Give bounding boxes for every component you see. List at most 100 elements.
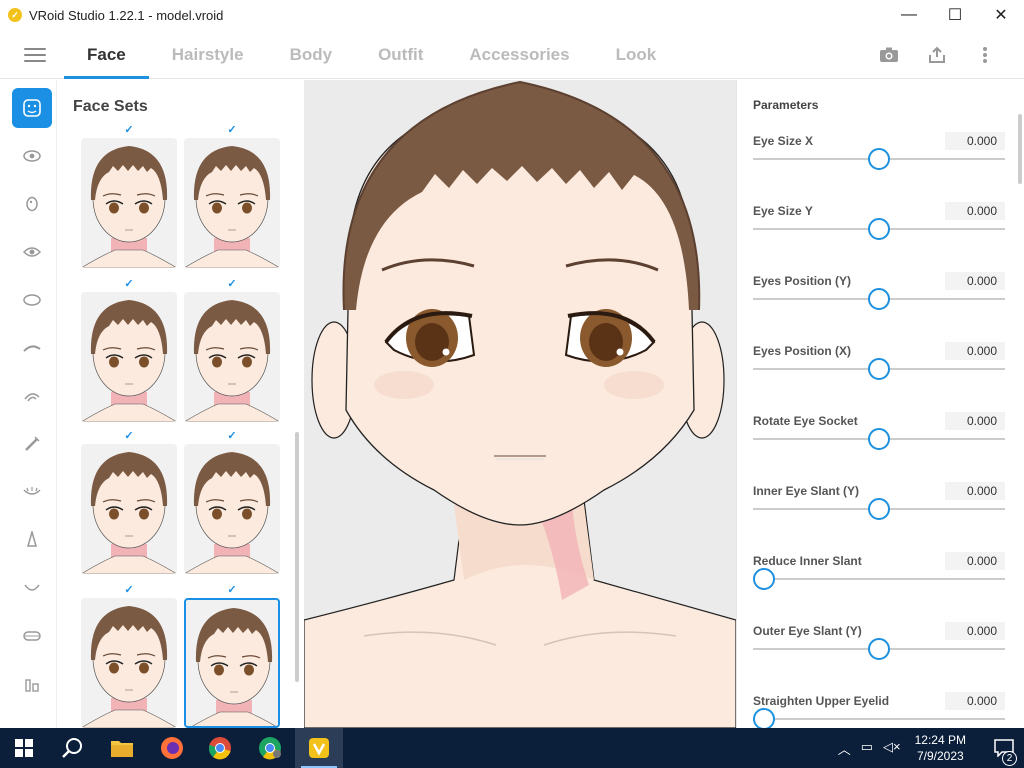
tab-accessories[interactable]: Accessories — [446, 30, 592, 79]
parameter-value-input[interactable]: 0.000 — [945, 132, 1005, 150]
parameter-value-input[interactable]: 0.000 — [945, 342, 1005, 360]
parameter-value-input[interactable]: 0.000 — [945, 692, 1005, 710]
title-bar: ✓ VRoid Studio 1.22.1 - model.vroid — ☐ … — [0, 0, 1024, 30]
face-set-thumbnail[interactable] — [81, 138, 177, 268]
parameter-row: Rotate Eye Socket 0.000 — [753, 412, 1005, 484]
slider-thumb[interactable] — [868, 358, 890, 380]
parameter-row: Outer Eye Slant (Y) 0.000 — [753, 622, 1005, 694]
slider-thumb[interactable] — [868, 218, 890, 240]
parameters-scrollbar[interactable] — [1018, 114, 1022, 184]
slider-thumb[interactable] — [753, 708, 775, 728]
clock-time: 12:24 PM — [914, 733, 966, 747]
teeth-icon[interactable] — [12, 664, 52, 704]
parameter-value-input[interactable]: 0.000 — [945, 412, 1005, 430]
face-set-thumbnail[interactable] — [81, 444, 177, 574]
face-set-check-icon: ✓ — [227, 278, 237, 290]
face-set-check-icon: ✓ — [227, 124, 237, 136]
parameter-value-input[interactable]: 0.000 — [945, 202, 1005, 220]
eyelash-icon[interactable] — [12, 424, 52, 464]
slider-thumb[interactable] — [868, 638, 890, 660]
lip-icon[interactable] — [12, 616, 52, 656]
eyeline-icon[interactable] — [12, 472, 52, 512]
mouth-icon[interactable] — [12, 568, 52, 608]
eyebrow-icon[interactable] — [12, 328, 52, 368]
face-sets-panel: Face Sets ✓ ✓ ✓ ✓ ✓ ✓ ✓ ✓ — [57, 80, 304, 728]
notifications-button[interactable]: 2 — [984, 739, 1024, 766]
face-set-check-icon: ✓ — [124, 584, 134, 596]
file-explorer-icon[interactable] — [98, 728, 146, 768]
parameter-label: Outer Eye Slant (Y) — [753, 624, 862, 638]
face-set-thumbnail[interactable] — [184, 292, 280, 422]
parameter-value-input[interactable]: 0.000 — [945, 552, 1005, 570]
ear-icon[interactable] — [12, 376, 52, 416]
more-vert-icon[interactable] — [972, 42, 998, 68]
slider-thumb[interactable] — [753, 568, 775, 590]
top-actions — [876, 42, 998, 68]
parameter-row: Eye Size X 0.000 — [753, 132, 1005, 204]
vroid-studio-icon[interactable] — [295, 728, 343, 768]
tab-look[interactable]: Look — [593, 30, 680, 79]
tab-body[interactable]: Body — [267, 30, 356, 79]
face-set-check-icon: ✓ — [227, 584, 237, 596]
start-button[interactable] — [0, 728, 48, 768]
firefox-icon[interactable] — [148, 728, 196, 768]
parameter-label: Eyes Position (Y) — [753, 274, 852, 288]
tabs: Face Hairstyle Body Outfit Accessories L… — [64, 30, 679, 79]
eye-iris-icon[interactable] — [12, 232, 52, 272]
parameter-row: Eyes Position (Y) 0.000 — [753, 272, 1005, 344]
parameter-row: Eyes Position (X) 0.000 — [753, 342, 1005, 414]
tab-face[interactable]: Face — [64, 30, 149, 79]
slider-thumb[interactable] — [868, 288, 890, 310]
slider-thumb[interactable] — [868, 498, 890, 520]
parameter-label: Inner Eye Slant (Y) — [753, 484, 860, 498]
face-set-check-icon: ✓ — [124, 124, 134, 136]
nose-bridge-icon[interactable] — [12, 520, 52, 560]
slider-thumb[interactable] — [868, 428, 890, 450]
chevron-up-icon[interactable]: ︿ — [838, 739, 851, 758]
maximize-button[interactable]: ☐ — [932, 0, 978, 30]
model-viewport[interactable] — [304, 80, 736, 728]
windows-taskbar: ︿ ▭ ◁× 12:24 PM 7/9/2023 2 — [0, 728, 1024, 768]
face-set-thumbnail[interactable] — [81, 598, 177, 728]
face-sets-scrollbar[interactable] — [295, 432, 299, 682]
parameters-panel: Parameters Eye Size X 0.000 Eye Size Y 0.00… — [736, 80, 1024, 728]
slider-track[interactable] — [753, 718, 1005, 720]
clock[interactable]: 12:24 PM 7/9/2023 — [915, 732, 966, 764]
tab-hairstyle[interactable]: Hairstyle — [149, 30, 267, 79]
parameter-value-input[interactable]: 0.000 — [945, 272, 1005, 290]
chrome-icon[interactable] — [196, 728, 244, 768]
face-set-check-icon: ✓ — [124, 430, 134, 442]
nose-icon[interactable] — [12, 184, 52, 224]
tray-icons: ︿ ▭ ◁× — [838, 739, 901, 758]
chrome-profile-icon[interactable] — [246, 728, 294, 768]
camera-icon[interactable] — [876, 42, 902, 68]
character-preview — [304, 80, 736, 728]
face-set-thumbnail[interactable] — [184, 138, 280, 268]
search-icon — [62, 738, 82, 758]
face-shape-icon[interactable] — [12, 280, 52, 320]
search-button[interactable] — [48, 728, 96, 768]
face-set-thumbnail[interactable] — [184, 598, 280, 728]
minimize-button[interactable]: — — [886, 0, 932, 30]
category-rail — [0, 80, 57, 728]
share-icon[interactable] — [924, 42, 950, 68]
hamburger-menu-icon[interactable] — [24, 44, 46, 66]
volume-muted-icon[interactable]: ◁× — [883, 739, 901, 758]
face-set-thumbnail[interactable] — [184, 444, 280, 574]
parameter-value-input[interactable]: 0.000 — [945, 622, 1005, 640]
eye-icon[interactable] — [12, 136, 52, 176]
parameter-label: Straighten Upper Eyelid — [753, 694, 890, 708]
slider-thumb[interactable] — [868, 148, 890, 170]
main-tab-bar: Face Hairstyle Body Outfit Accessories L… — [0, 30, 1024, 79]
face-set-thumbnail[interactable] — [81, 292, 177, 422]
face-set-icon[interactable] — [12, 88, 52, 128]
parameter-label: Rotate Eye Socket — [753, 414, 858, 428]
slider-track[interactable] — [753, 578, 1005, 580]
close-button[interactable]: ✕ — [978, 0, 1024, 30]
face-set-check-icon: ✓ — [227, 430, 237, 442]
parameter-label: Eye Size Y — [753, 204, 813, 218]
parameter-value-input[interactable]: 0.000 — [945, 482, 1005, 500]
parameter-row: Eye Size Y 0.000 — [753, 202, 1005, 274]
tab-outfit[interactable]: Outfit — [355, 30, 446, 79]
network-icon[interactable]: ▭ — [861, 739, 873, 758]
